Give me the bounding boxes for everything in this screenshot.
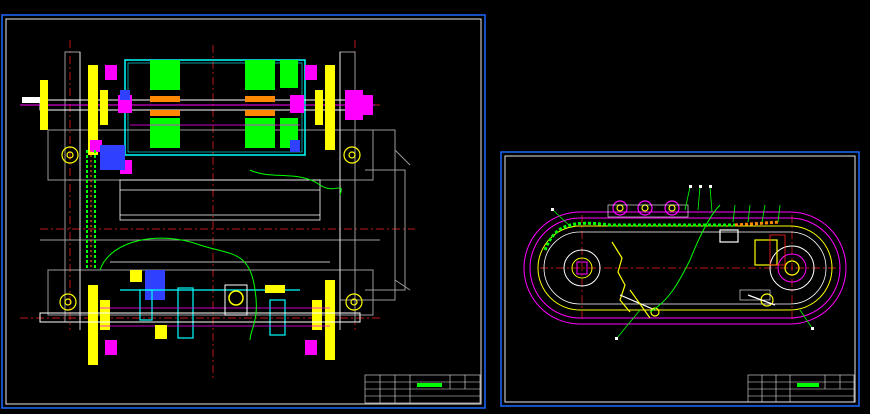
top-rollers xyxy=(607,200,689,218)
leader-lines xyxy=(552,186,813,339)
main-assembly-sheet xyxy=(1,14,486,409)
chain xyxy=(86,150,96,270)
title-block-left xyxy=(364,374,481,404)
mounting-holes xyxy=(59,146,363,311)
sheet-frame-inner xyxy=(5,18,482,405)
upper-drum xyxy=(124,59,306,156)
title-block-right xyxy=(747,374,855,403)
frame-lines xyxy=(79,52,341,330)
cad-drawing-canvas xyxy=(0,0,870,414)
sheet-frame-outer xyxy=(1,14,486,409)
right-gears xyxy=(312,65,373,360)
chain-drive-sheet xyxy=(500,151,860,407)
arm-links xyxy=(619,234,786,319)
cad-drawing xyxy=(1,14,860,409)
break-line-right xyxy=(649,204,721,313)
